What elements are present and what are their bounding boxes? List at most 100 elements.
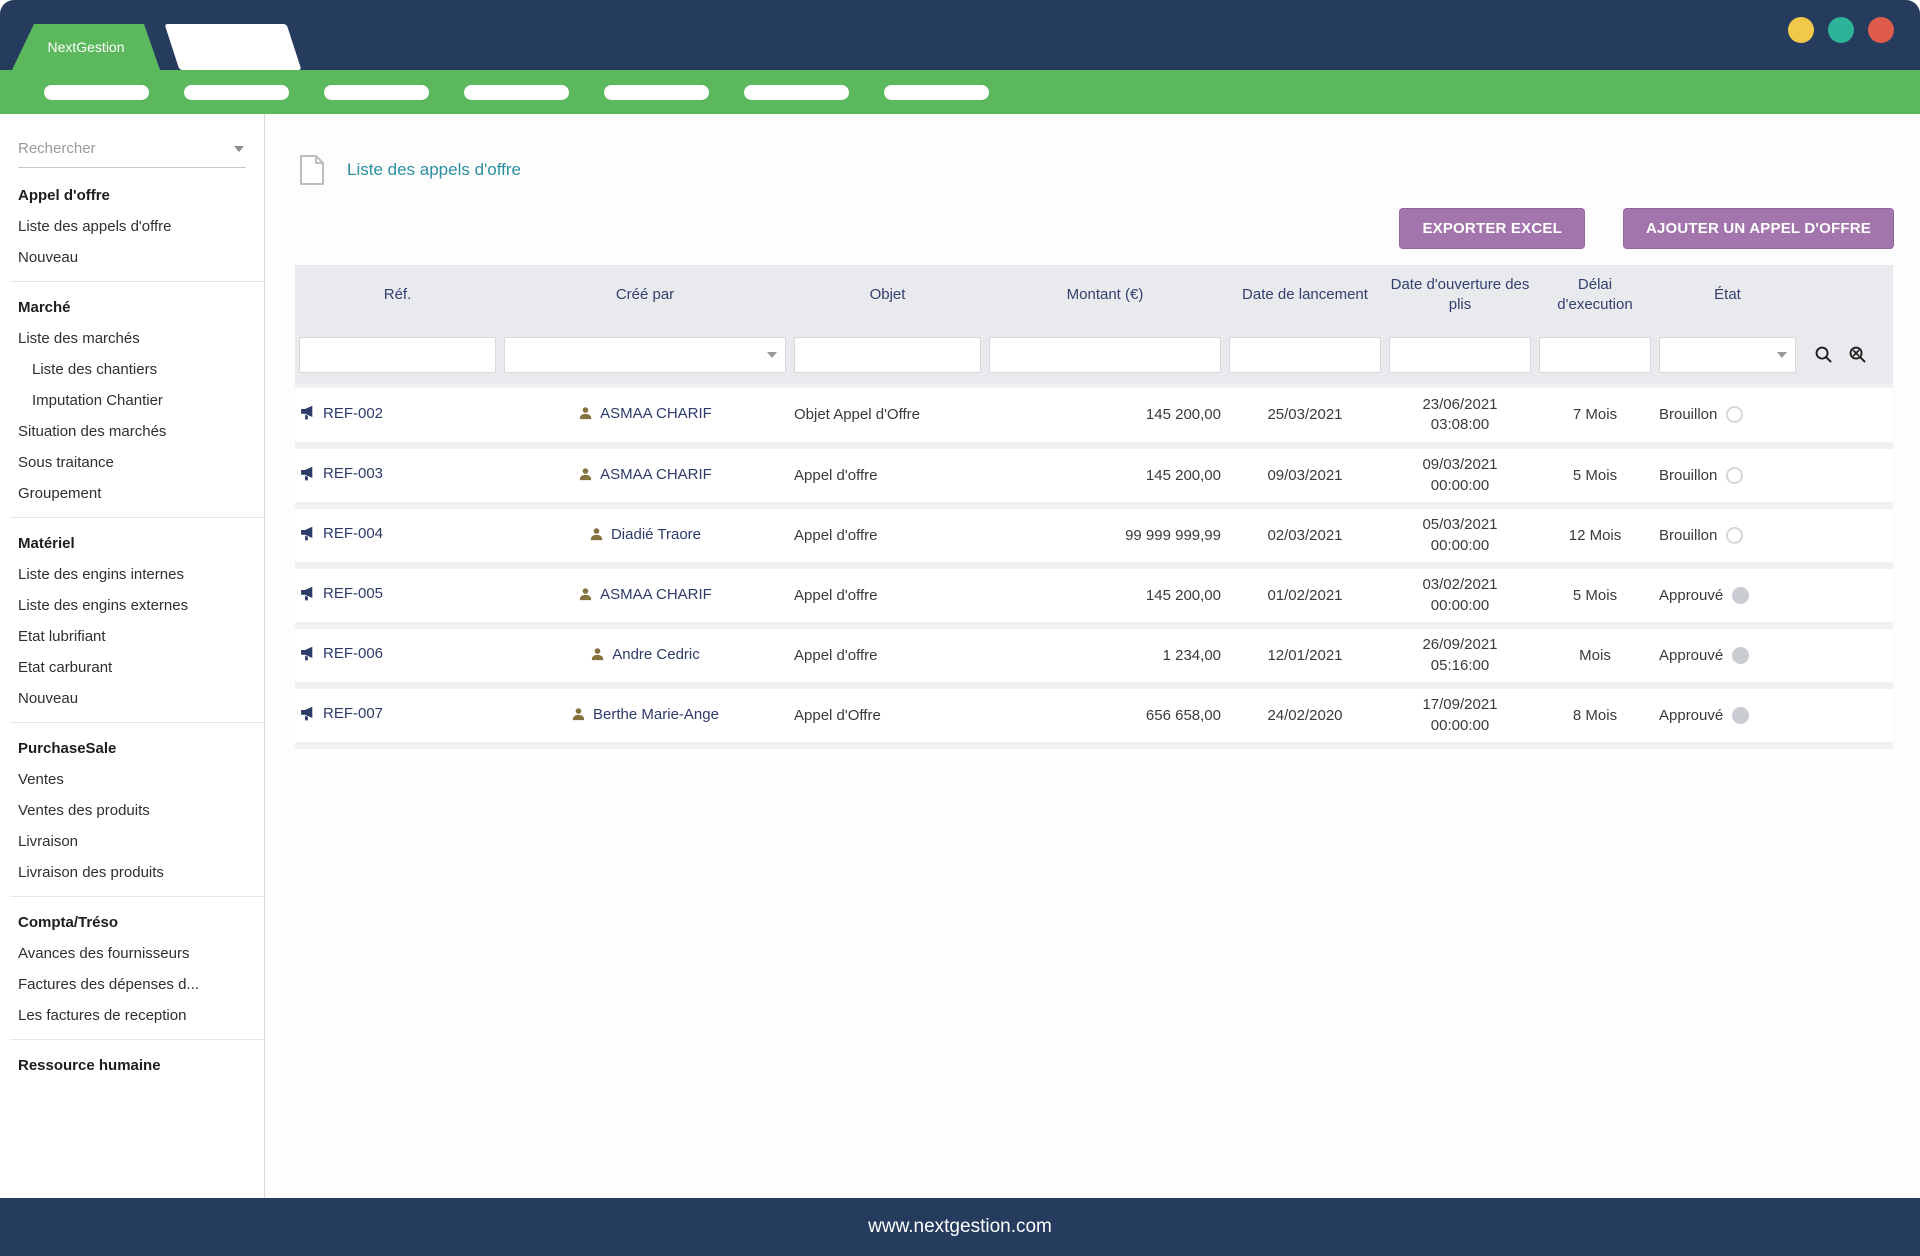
offer-montant: 99 999 999,99 <box>985 506 1225 566</box>
filter-date-lancement-input[interactable] <box>1229 337 1381 373</box>
nav-menu-item-7[interactable] <box>884 85 989 100</box>
person-icon <box>571 707 586 722</box>
offer-delai: 5 Mois <box>1535 566 1655 626</box>
nav-menu-item-3[interactable] <box>324 85 429 100</box>
sidebar-item[interactable]: Imputation Chantier <box>0 385 264 416</box>
sidebar-item[interactable]: Liste des chantiers <box>0 354 264 385</box>
status-label: Brouillon <box>1659 467 1717 484</box>
brand-name: NextGestion <box>47 39 124 55</box>
offer-date-ouverture: 05/03/2021 00:00:00 <box>1385 506 1535 566</box>
offer-date-ouverture: 03/02/2021 00:00:00 <box>1385 566 1535 626</box>
table-row: REF-007 Berthe Marie-Ange Appel d'Offre … <box>295 686 1893 746</box>
chevron-down-icon[interactable] <box>234 146 244 152</box>
filter-montant-input[interactable] <box>989 337 1221 373</box>
offer-ref-link[interactable]: REF-005 <box>299 585 383 602</box>
table-header-row: Réf.Créé parObjetMontant (€)Date de lanc… <box>295 265 1893 326</box>
window-maximize-button[interactable] <box>1828 17 1854 43</box>
column-header: État <box>1655 265 1800 326</box>
offer-date-ouverture: 23/06/2021 03:08:00 <box>1385 386 1535 446</box>
status-label: Approuvé <box>1659 647 1723 664</box>
sidebar-item[interactable]: Liste des appels d'offre <box>0 211 264 242</box>
sidebar-item[interactable]: Liste des engins internes <box>0 559 264 590</box>
filter-ref-input[interactable] <box>299 337 496 373</box>
offer-ref-link[interactable]: REF-002 <box>299 405 383 422</box>
export-excel-button[interactable]: EXPORTER EXCEL <box>1399 208 1585 249</box>
status-indicator <box>1732 647 1749 664</box>
sidebar-item[interactable]: Sous traitance <box>0 447 264 478</box>
offer-montant: 1 234,00 <box>985 626 1225 686</box>
sidebar-item[interactable]: Etat carburant <box>0 652 264 683</box>
sidebar-item[interactable]: Livraison <box>0 826 264 857</box>
sidebar-item[interactable]: Situation des marchés <box>0 416 264 447</box>
sidebar-item[interactable]: Ventes <box>0 764 264 795</box>
offer-montant: 656 658,00 <box>985 686 1225 746</box>
offer-ref-link[interactable]: REF-007 <box>299 705 383 722</box>
sidebar-item[interactable]: Livraison des produits <box>0 857 264 888</box>
created-by-link[interactable]: ASMAA CHARIF <box>578 466 712 483</box>
offer-ref-link[interactable]: REF-003 <box>299 465 383 482</box>
created-by-link[interactable]: Andre Cedric <box>590 646 700 663</box>
offer-objet: Appel d'offre <box>790 506 985 566</box>
clear-search-icon[interactable] <box>1847 345 1867 364</box>
add-offer-button[interactable]: AJOUTER UN APPEL D'OFFRE <box>1623 208 1894 249</box>
created-by-link[interactable]: Berthe Marie-Ange <box>571 706 719 723</box>
sidebar-item[interactable]: Groupement <box>0 478 264 509</box>
sidebar-divider <box>10 896 264 897</box>
offer-date-lancement: 24/02/2020 <box>1225 686 1385 746</box>
search-input[interactable] <box>18 140 208 157</box>
table-row: REF-002 ASMAA CHARIF Objet Appel d'Offre… <box>295 386 1893 446</box>
offer-ref-link[interactable]: REF-006 <box>299 645 383 662</box>
offer-delai: 12 Mois <box>1535 506 1655 566</box>
offer-date-lancement: 09/03/2021 <box>1225 446 1385 506</box>
sidebar-search <box>18 140 246 168</box>
window-minimize-button[interactable] <box>1788 17 1814 43</box>
sidebar-item[interactable]: Nouveau <box>0 683 264 714</box>
sidebar-item[interactable]: Ventes des produits <box>0 795 264 826</box>
nav-menu-item-1[interactable] <box>44 85 149 100</box>
offer-objet: Appel d'Offre <box>790 686 985 746</box>
status-indicator <box>1726 467 1743 484</box>
sidebar-item[interactable]: Liste des marchés <box>0 323 264 354</box>
search-icon[interactable] <box>1814 345 1833 364</box>
sidebar-item[interactable]: Nouveau <box>0 242 264 273</box>
filter-etat-select[interactable] <box>1659 337 1796 373</box>
filter-date-ouverture-input[interactable] <box>1389 337 1531 373</box>
created-by-link[interactable]: ASMAA CHARIF <box>578 586 712 603</box>
person-icon <box>589 527 604 542</box>
sidebar-divider <box>10 722 264 723</box>
sidebar-item[interactable]: Liste des engins externes <box>0 590 264 621</box>
column-header: Montant (€) <box>985 265 1225 326</box>
megaphone-icon <box>299 646 316 662</box>
status-indicator <box>1726 527 1743 544</box>
sidebar-item[interactable]: Etat lubrifiant <box>0 621 264 652</box>
offer-montant: 145 200,00 <box>985 446 1225 506</box>
status-indicator <box>1732 707 1749 724</box>
status-indicator <box>1732 587 1749 604</box>
filter-created-by-select[interactable] <box>504 337 786 373</box>
sidebar: Appel d'offreListe des appels d'offreNou… <box>0 114 265 1198</box>
created-by-link[interactable]: Diadié Traore <box>589 526 701 543</box>
filter-delai-input[interactable] <box>1539 337 1651 373</box>
created-by-link[interactable]: ASMAA CHARIF <box>578 405 712 422</box>
page-title: Liste des appels d'offre <box>347 160 521 180</box>
megaphone-icon <box>299 466 316 482</box>
offers-table: Réf.Créé parObjetMontant (€)Date de lanc… <box>295 265 1893 749</box>
status-label: Approuvé <box>1659 587 1723 604</box>
window-close-button[interactable] <box>1868 17 1894 43</box>
table-row: REF-005 ASMAA CHARIF Appel d'offre 145 2… <box>295 566 1893 626</box>
megaphone-icon <box>299 405 316 421</box>
sidebar-item[interactable]: Les factures de reception <box>0 1000 264 1031</box>
sidebar-section-heading: PurchaseSale <box>0 731 264 764</box>
filter-objet-input[interactable] <box>794 337 981 373</box>
nav-menu-item-5[interactable] <box>604 85 709 100</box>
nav-menu-item-2[interactable] <box>184 85 289 100</box>
column-header: Créé par <box>500 265 790 326</box>
offer-ref-link[interactable]: REF-004 <box>299 525 383 542</box>
nav-menu-item-6[interactable] <box>744 85 849 100</box>
sidebar-item[interactable]: Factures des dépenses d... <box>0 969 264 1000</box>
sidebar-divider <box>10 1039 264 1040</box>
status-label: Brouillon <box>1659 406 1717 423</box>
nav-menu-item-4[interactable] <box>464 85 569 100</box>
offer-montant: 145 200,00 <box>985 566 1225 626</box>
sidebar-item[interactable]: Avances des fournisseurs <box>0 938 264 969</box>
